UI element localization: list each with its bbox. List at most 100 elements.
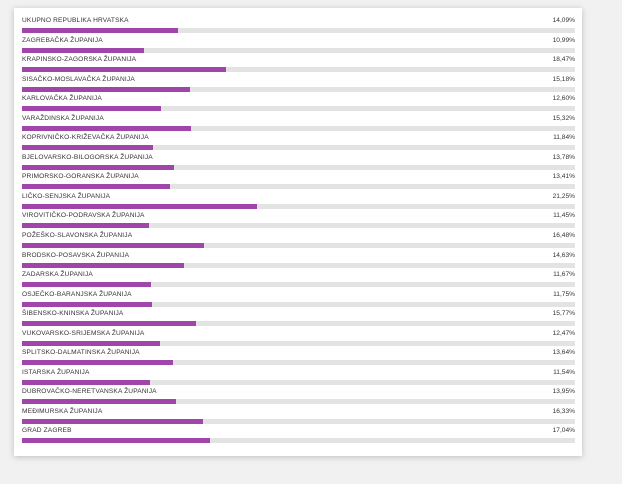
progress-track: [22, 243, 575, 249]
region-label: MEĐIMURSKA ŽUPANIJA: [22, 407, 103, 415]
region-label: BJELOVARSKO-BILOGORSKA ŽUPANIJA: [22, 153, 153, 161]
percentage-value: 15,18%: [552, 75, 575, 83]
county-results-list: UKUPNO REPUBLIKA HRVATSKA 14,09% ZAGREBAČK…: [22, 17, 575, 447]
region-label: BRODSKO-POSAVSKA ŽUPANIJA: [22, 251, 130, 259]
progress-track: [22, 125, 575, 131]
progress-track: [22, 86, 575, 92]
progress-track: [22, 360, 575, 366]
progress-track: [22, 28, 575, 33]
result-row: ISTARSKA ŽUPANIJA 11,54%: [22, 369, 575, 389]
region-label: VARAŽDINSKA ŽUPANIJA: [22, 114, 104, 122]
region-label: PRIMORSKO-GORANSKA ŽUPANIJA: [22, 173, 139, 181]
progress-fill: [22, 282, 152, 288]
progress-fill: [22, 223, 149, 229]
progress-fill: [22, 262, 184, 268]
progress-fill: [22, 125, 192, 131]
percentage-value: 11,67%: [553, 271, 575, 279]
percentage-value: 15,77%: [552, 310, 575, 318]
result-row: VARAŽDINSKA ŽUPANIJA 15,32%: [22, 115, 575, 135]
progress-track: [22, 145, 575, 151]
percentage-value: 13,64%: [552, 349, 575, 357]
percentage-value: 16,33%: [552, 407, 575, 415]
results-panel: UKUPNO REPUBLIKA HRVATSKA 14,09% ZAGREBAČK…: [14, 8, 582, 456]
result-row: POŽEŠKO-SLAVONSKA ŽUPANIJA 16,48%: [22, 232, 575, 252]
result-row: VUKOVARSKO-SRIJEMSKA ŽUPANIJA 12,47%: [22, 330, 575, 350]
progress-fill: [22, 243, 205, 249]
region-label: KOPRIVNIČKO-KRIŽEVAČKA ŽUPANIJA: [22, 134, 149, 142]
percentage-value: 12,60%: [552, 95, 575, 103]
region-label: ZADARSKA ŽUPANIJA: [22, 271, 93, 279]
percentage-value: 10,99%: [552, 36, 575, 44]
progress-fill: [22, 28, 178, 33]
progress-fill: [22, 203, 258, 209]
progress-fill: [22, 145, 153, 151]
percentage-value: 11,54%: [553, 368, 575, 376]
percentage-value: 16,48%: [552, 232, 575, 240]
region-label: ISTARSKA ŽUPANIJA: [22, 368, 90, 376]
result-row: GRAD ZAGREB 17,04%: [22, 427, 575, 447]
percentage-value: 13,95%: [552, 388, 575, 396]
result-row: BRODSKO-POSAVSKA ŽUPANIJA 14,63%: [22, 252, 575, 272]
progress-track: [22, 223, 575, 229]
region-label: UKUPNO REPUBLIKA HRVATSKA: [22, 17, 129, 24]
percentage-value: 11,75%: [553, 290, 575, 298]
percentage-value: 11,45%: [553, 212, 575, 220]
region-label: SISAČKO-MOSLAVAČKA ŽUPANIJA: [22, 75, 135, 83]
region-label: ZAGREBAČKA ŽUPANIJA: [22, 36, 103, 44]
progress-track: [22, 379, 575, 385]
region-label: ŠIBENSKO-KNINSKA ŽUPANIJA: [22, 310, 124, 318]
result-row: ZAGREBAČKA ŽUPANIJA 10,99%: [22, 37, 575, 57]
result-row: KOPRIVNIČKO-KRIŽEVAČKA ŽUPANIJA 11,84%: [22, 134, 575, 154]
result-row: OSJEČKO-BARANJSKA ŽUPANIJA 11,75%: [22, 291, 575, 311]
progress-track: [22, 106, 575, 112]
progress-track: [22, 164, 575, 170]
progress-track: [22, 321, 575, 327]
region-label: POŽEŠKO-SLAVONSKA ŽUPANIJA: [22, 232, 133, 240]
progress-track: [22, 438, 575, 444]
percentage-value: 12,47%: [552, 329, 575, 337]
progress-fill: [22, 86, 190, 92]
progress-fill: [22, 184, 171, 190]
region-label: LIČKO-SENJSKA ŽUPANIJA: [22, 192, 111, 200]
percentage-value: 14,09%: [552, 17, 575, 24]
result-row: DUBROVAČKO-NERETVANSKA ŽUPANIJA 13,95%: [22, 388, 575, 408]
result-row: UKUPNO REPUBLIKA HRVATSKA 14,09%: [22, 17, 575, 37]
result-row: LIČKO-SENJSKA ŽUPANIJA 21,25%: [22, 193, 575, 213]
result-row: MEĐIMURSKA ŽUPANIJA 16,33%: [22, 408, 575, 428]
progress-track: [22, 301, 575, 307]
result-row: SPLITSKO-DALMATINSKA ŽUPANIJA 13,64%: [22, 349, 575, 369]
result-row: KRAPINSKO-ZAGORSKA ŽUPANIJA 18,47%: [22, 56, 575, 76]
region-label: DUBROVAČKO-NERETVANSKA ŽUPANIJA: [22, 388, 157, 396]
region-label: VUKOVARSKO-SRIJEMSKA ŽUPANIJA: [22, 329, 145, 337]
result-row: ZADARSKA ŽUPANIJA 11,67%: [22, 271, 575, 291]
progress-track: [22, 340, 575, 346]
progress-fill: [22, 67, 227, 73]
progress-track: [22, 203, 575, 209]
region-label: KARLOVAČKA ŽUPANIJA: [22, 95, 102, 103]
percentage-value: 13,78%: [552, 153, 575, 161]
progress-fill: [22, 379, 150, 385]
region-label: OSJEČKO-BARANJSKA ŽUPANIJA: [22, 290, 132, 298]
region-label: VIROVITIČKO-PODRAVSKA ŽUPANIJA: [22, 212, 145, 220]
percentage-value: 17,04%: [552, 427, 575, 435]
percentage-value: 11,84%: [553, 134, 575, 142]
progress-track: [22, 418, 575, 424]
progress-fill: [22, 418, 203, 424]
progress-fill: [22, 301, 152, 307]
region-label: KRAPINSKO-ZAGORSKA ŽUPANIJA: [22, 56, 137, 64]
result-row: SISAČKO-MOSLAVAČKA ŽUPANIJA 15,18%: [22, 76, 575, 96]
progress-fill: [22, 438, 211, 444]
percentage-value: 21,25%: [552, 192, 575, 200]
progress-track: [22, 399, 575, 405]
progress-fill: [22, 340, 160, 346]
progress-track: [22, 282, 575, 288]
progress-fill: [22, 106, 162, 112]
result-row: ŠIBENSKO-KNINSKA ŽUPANIJA 15,77%: [22, 310, 575, 330]
progress-fill: [22, 321, 197, 327]
progress-fill: [22, 47, 144, 53]
region-label: SPLITSKO-DALMATINSKA ŽUPANIJA: [22, 349, 140, 357]
percentage-value: 18,47%: [552, 56, 575, 64]
percentage-value: 13,41%: [552, 173, 575, 181]
percentage-value: 15,32%: [552, 114, 575, 122]
progress-track: [22, 184, 575, 190]
